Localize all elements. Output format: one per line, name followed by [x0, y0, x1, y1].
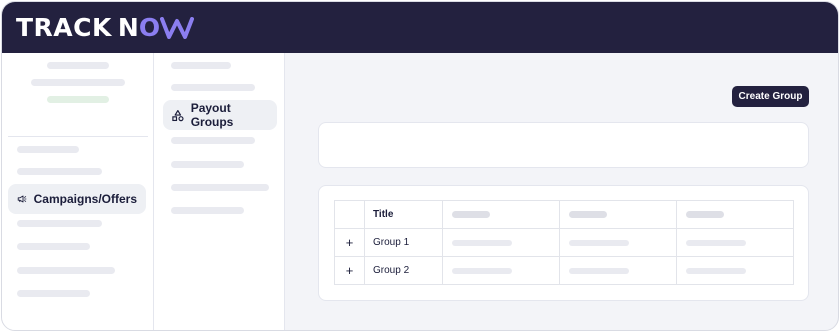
profile-email-placeholder — [31, 79, 125, 86]
cell-placeholder — [442, 228, 560, 257]
filter-card — [318, 122, 809, 168]
sidebar-item-placeholder[interactable] — [17, 267, 115, 274]
logo-now-text: NO — [117, 13, 195, 43]
expand-row-button[interactable]: + — [334, 228, 365, 257]
cell-placeholder — [559, 228, 677, 257]
shapes-icon — [172, 109, 184, 121]
table-row[interactable]: + Group 2 — [334, 256, 794, 285]
trackno-logo[interactable]: TRACK NO — [16, 13, 195, 43]
subnav-item-placeholder[interactable] — [171, 207, 244, 214]
cell-placeholder — [676, 256, 794, 285]
logo-o: O — [138, 13, 161, 42]
logo-n: N — [117, 13, 139, 42]
megaphone-icon — [17, 195, 27, 203]
logo-track-text: TRACK — [16, 13, 112, 42]
group-title-cell: Group 1 — [364, 228, 443, 257]
main-content: Create Group Title + Group 1 + Group 2 — [285, 53, 838, 330]
cell-placeholder — [676, 228, 794, 257]
table-row[interactable]: + Group 1 — [334, 228, 794, 257]
top-bar: TRACK NO — [2, 2, 838, 53]
sidebar-item-campaigns-offers[interactable]: Campaigns/Offers — [8, 184, 146, 214]
table-header-row: Title — [334, 200, 794, 229]
secondary-sidebar: Payout Groups — [154, 53, 285, 330]
profile-name-placeholder — [47, 62, 109, 69]
group-title-cell: Group 2 — [364, 256, 443, 285]
subnav-item-placeholder[interactable] — [171, 137, 255, 144]
groups-table-card: Title + Group 1 + Group 2 — [318, 185, 809, 301]
logo-w-mark — [160, 16, 195, 39]
title-column-header[interactable]: Title — [364, 200, 443, 229]
subnav-item-payout-groups[interactable]: Payout Groups — [163, 100, 277, 130]
subnav-item-placeholder[interactable] — [171, 184, 269, 191]
column-header-placeholder[interactable] — [559, 200, 677, 229]
subnav-item-placeholder[interactable] — [171, 62, 231, 69]
subnav-item-label: Payout Groups — [190, 101, 234, 129]
sidebar-item-placeholder[interactable] — [17, 220, 102, 227]
sidebar-item-label: Campaigns/Offers — [33, 192, 137, 206]
cell-placeholder — [442, 256, 560, 285]
groups-table: Title + Group 1 + Group 2 — [334, 200, 794, 285]
sidebar-item-placeholder[interactable] — [17, 290, 90, 297]
expand-column-header — [334, 200, 365, 229]
app-window: TRACK NO Campaigns/Offers Payout Groups … — [1, 1, 839, 331]
create-group-button[interactable]: Create Group — [732, 86, 809, 107]
subnav-item-placeholder[interactable] — [171, 161, 244, 168]
sidebar-item-placeholder[interactable] — [17, 168, 102, 175]
expand-row-button[interactable]: + — [334, 256, 365, 285]
column-header-placeholder[interactable] — [442, 200, 560, 229]
sidebar-divider — [8, 136, 148, 137]
primary-sidebar: Campaigns/Offers — [2, 53, 154, 330]
column-header-placeholder[interactable] — [676, 200, 794, 229]
sidebar-item-placeholder[interactable] — [17, 146, 79, 153]
sidebar-item-placeholder[interactable] — [17, 243, 90, 250]
profile-status-placeholder — [47, 96, 109, 103]
subnav-item-placeholder[interactable] — [171, 84, 255, 91]
cell-placeholder — [559, 256, 677, 285]
